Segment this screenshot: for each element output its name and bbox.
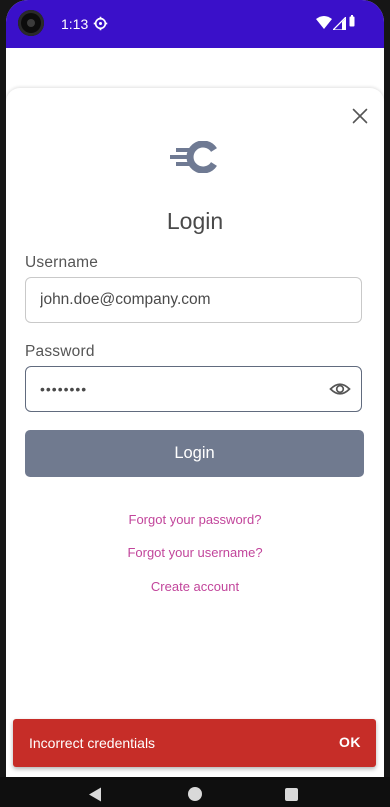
password-input[interactable] — [40, 367, 320, 411]
settings-gear-icon — [93, 16, 108, 31]
wifi-icon — [316, 16, 332, 29]
status-bar: 1:13 — [6, 0, 384, 48]
signal-icon — [333, 17, 346, 30]
status-time: 1:13 — [61, 16, 89, 32]
page-title: Login — [166, 208, 224, 234]
password-field[interactable] — [25, 366, 362, 412]
username-input[interactable] — [40, 278, 320, 322]
snackbar-ok-button[interactable]: OK — [339, 734, 361, 750]
create-account-link[interactable]: Create account — [6, 579, 384, 594]
close-button[interactable] — [346, 102, 374, 130]
error-snackbar: Incorrect credentials OK — [13, 719, 376, 767]
camera-icon — [18, 10, 44, 36]
back-icon[interactable] — [88, 787, 102, 802]
username-field[interactable] — [25, 277, 362, 323]
battery-icon — [349, 15, 355, 27]
device-screen: 1:13 Login Username john.doe@company.com… — [6, 0, 384, 777]
brand-c-logo-icon — [170, 141, 217, 173]
password-label: Password — [25, 343, 95, 360]
forgot-password-link[interactable]: Forgot your password? — [6, 512, 384, 527]
recents-icon[interactable] — [285, 788, 298, 801]
forgot-username-link[interactable]: Forgot your username? — [6, 545, 384, 560]
eye-icon[interactable] — [329, 378, 351, 400]
login-button[interactable]: Login — [25, 430, 364, 477]
snackbar-message: Incorrect credentials — [29, 735, 156, 751]
login-sheet: Login Username Password Login Forgot you… — [6, 88, 384, 777]
home-icon[interactable] — [188, 787, 202, 801]
navigation-bar — [0, 777, 390, 807]
close-icon — [352, 108, 368, 124]
username-label: Username — [25, 254, 99, 271]
